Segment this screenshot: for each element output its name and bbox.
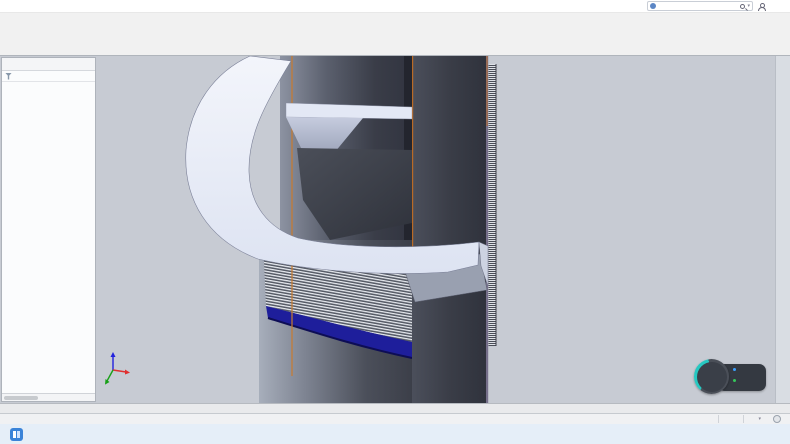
download-dot-icon [733, 379, 736, 382]
task-pane-strip [775, 56, 790, 403]
widgets-icon[interactable] [10, 428, 23, 441]
feature-tree [2, 82, 95, 393]
document-title [250, 0, 540, 13]
origin-triad [105, 352, 130, 385]
thermocouple-3d-model [0, 56, 790, 403]
panel-horizontal-scrollbar[interactable] [2, 393, 95, 401]
graphics-viewport[interactable] [0, 56, 790, 403]
titlebar-right: ▾ [647, 1, 790, 11]
title-bar: ▾ [0, 0, 790, 13]
status-bar [0, 413, 790, 424]
filter-icon [5, 73, 12, 80]
help-search-box[interactable]: ▾ [647, 1, 753, 11]
units-selector[interactable] [756, 416, 761, 422]
status-separator [718, 415, 719, 423]
command-manager-tabs [0, 47, 790, 56]
upload-dot-icon [733, 368, 736, 371]
search-icon[interactable] [740, 4, 745, 9]
login-icon[interactable] [758, 2, 765, 10]
search-caret-icon[interactable]: ▾ [747, 3, 750, 9]
status-help-icon[interactable] [773, 415, 781, 423]
netspeed-zoom-widget[interactable] [694, 359, 768, 396]
status-right [706, 415, 785, 423]
zoom-ring [694, 359, 729, 394]
search-scope-icon [650, 3, 656, 9]
scrollbar-thumb[interactable] [4, 396, 38, 401]
status-separator [743, 415, 744, 423]
windows-taskbar [0, 424, 790, 444]
feature-manager-panel [1, 57, 96, 402]
document-tab-bar [0, 403, 790, 413]
command-manager-ribbon [0, 13, 790, 47]
solidworks-window: { "colors":{"accent_orange":"#c97b2d","n… [0, 0, 790, 444]
tree-filter-row[interactable] [2, 71, 95, 82]
panel-tab-strip [2, 58, 95, 71]
